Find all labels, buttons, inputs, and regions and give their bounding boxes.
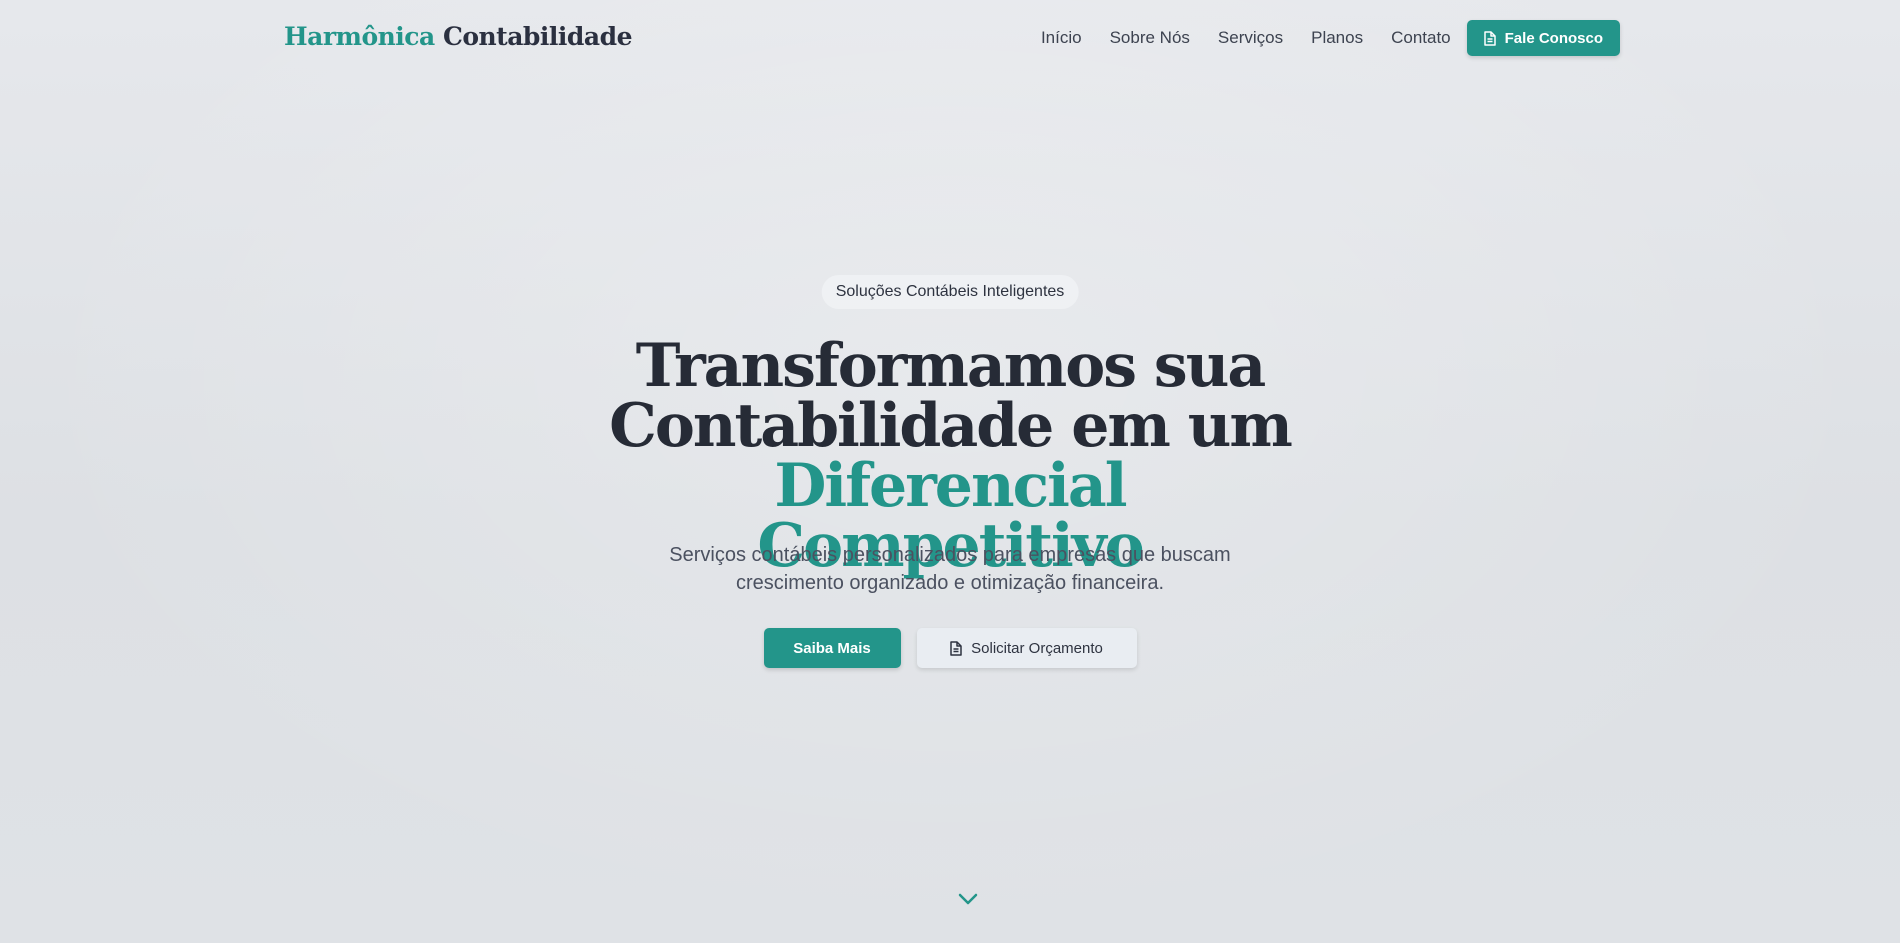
nav-link-contato[interactable]: Contato <box>1391 28 1451 48</box>
hero-badge: Soluções Contábeis Inteligentes <box>821 275 1079 309</box>
logo-accent-text: Harmônica <box>284 22 435 51</box>
fale-conosco-label: Fale Conosco <box>1504 29 1603 47</box>
solicitar-orcamento-button[interactable]: Solicitar Orçamento <box>916 628 1137 668</box>
logo-dark-text: Contabilidade <box>442 22 633 51</box>
main-nav: Início Sobre Nós Serviços Planos Contato… <box>1041 20 1620 56</box>
logo[interactable]: Harmônica Contabilidade <box>284 22 632 51</box>
nav-link-servicos[interactable]: Serviços <box>1218 28 1283 48</box>
fale-conosco-button[interactable]: Fale Conosco <box>1466 20 1620 56</box>
solicitar-orcamento-label: Solicitar Orçamento <box>971 639 1103 657</box>
nav-link-inicio[interactable]: Início <box>1041 28 1082 48</box>
hero-cta-row: Saiba Mais Solicitar Orçamento <box>0 628 1900 668</box>
document-icon <box>1483 30 1496 46</box>
nav-link-planos[interactable]: Planos <box>1311 28 1363 48</box>
saiba-mais-button[interactable]: Saiba Mais <box>763 628 901 668</box>
hero-headline: Transformamos sua Contabilidade em um Di… <box>450 336 1450 576</box>
chevron-down-icon[interactable] <box>958 893 978 905</box>
nav-link-sobre-nos[interactable]: Sobre Nós <box>1110 28 1190 48</box>
site-header: Harmônica Contabilidade Início Sobre Nós… <box>0 0 1900 78</box>
document-icon <box>950 640 962 656</box>
hero-subtitle: Serviços contábeis personalizados para e… <box>669 544 1231 594</box>
